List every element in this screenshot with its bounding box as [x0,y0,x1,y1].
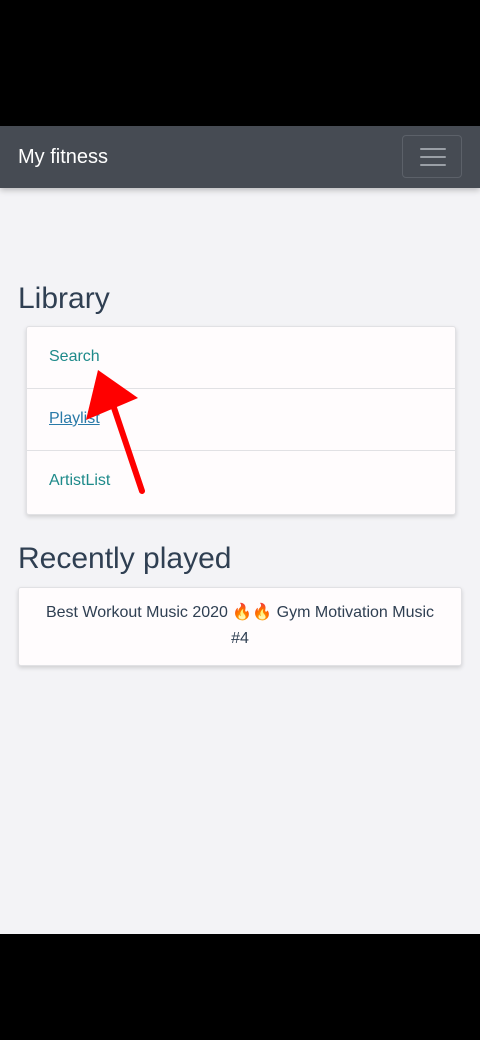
library-item-search[interactable]: Search [27,327,455,389]
library-list: Search Playlist ArtistList [26,326,456,515]
menu-toggle-button[interactable] [402,135,462,178]
recently-played-item[interactable]: Best Workout Music 2020 🔥🔥 Gym Motivatio… [18,587,462,666]
navigation-bar-area [0,934,480,1040]
hamburger-menu-icon [420,148,446,150]
hamburger-bar [420,156,446,158]
recently-played-title[interactable]: Best Workout Music 2020 🔥🔥 Gym Motivatio… [46,604,434,647]
library-item-playlist[interactable]: Playlist [27,389,455,451]
status-bar-area [0,0,480,126]
recently-played-heading: Recently played [18,542,232,575]
library-item-label[interactable]: ArtistList [49,471,110,491]
navbar: My fitness [0,126,480,188]
phone-screen: My fitness Library Search Playlist Artis… [0,0,480,1040]
library-item-label[interactable]: Search [49,347,100,367]
library-item-artistlist[interactable]: ArtistList [27,451,455,514]
library-heading: Library [18,282,110,315]
hamburger-bar [420,164,446,166]
library-item-label[interactable]: Playlist [49,409,100,429]
navbar-brand[interactable]: My fitness [18,145,108,169]
main-content: Library Search Playlist ArtistList Recen… [0,188,480,934]
